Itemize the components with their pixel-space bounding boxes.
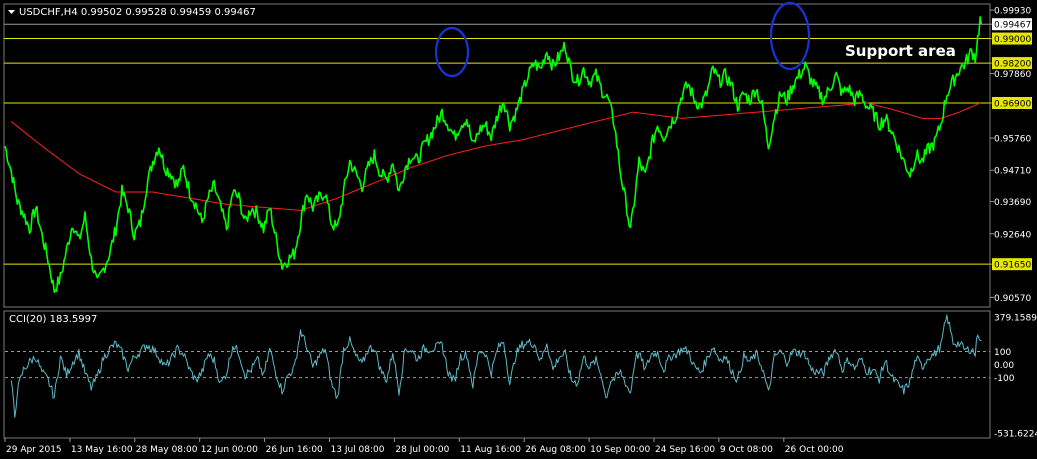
price-tick-label: 0.94710 xyxy=(994,167,1031,177)
time-tick-label: 28 May 08:00 xyxy=(136,445,198,455)
price-tick-label: 0.99467 xyxy=(994,21,1031,31)
cci-title: CCI(20) 183.5997 xyxy=(9,314,97,325)
trading-chart[interactable]: Support area USDCHF,H4 0.99502 0.99528 0… xyxy=(0,0,1037,459)
time-tick-label: 13 Jul 08:00 xyxy=(331,445,385,455)
price-tick-label: 0.92640 xyxy=(994,230,1031,240)
time-tick-label: 26 Oct 00:00 xyxy=(785,445,844,455)
time-tick-label: 24 Sep 16:00 xyxy=(655,445,715,455)
chart-background xyxy=(0,0,1037,459)
time-tick-label: 10 Sep 00:00 xyxy=(590,445,650,455)
time-tick-label: 12 Jun 00:00 xyxy=(201,445,258,455)
price-tick-label: 0.98200 xyxy=(994,60,1031,70)
time-tick-label: 26 Aug 08:00 xyxy=(525,445,586,455)
cci-tick-label: 0.00 xyxy=(994,361,1014,371)
support-area-annotation: Support area xyxy=(845,42,956,60)
time-tick-label: 13 May 16:00 xyxy=(71,445,133,455)
cci-tick-label: -531.6224 xyxy=(994,430,1037,440)
time-tick-label: 26 Jun 16:00 xyxy=(266,445,323,455)
symbol-header-text: USDCHF,H4 0.99502 0.99528 0.99459 0.9946… xyxy=(19,7,256,18)
price-tick-label: 0.90570 xyxy=(994,294,1031,304)
cci-tick-label: 379.1589 xyxy=(994,314,1037,324)
price-tick-label: 0.93690 xyxy=(994,198,1031,208)
time-tick-label: 29 Apr 2015 xyxy=(6,445,62,455)
price-tick-label: 0.96900 xyxy=(994,100,1031,110)
price-tick-label: 0.99930 xyxy=(994,6,1031,16)
time-tick-label: 11 Aug 16:00 xyxy=(460,445,521,455)
time-tick-label: 28 Jul 00:00 xyxy=(395,445,449,455)
price-tick-label: 0.91650 xyxy=(994,261,1031,271)
price-tick-label: 0.95760 xyxy=(994,135,1031,145)
cci-tick-label: 100 xyxy=(994,348,1011,358)
price-tick-label: 0.99000 xyxy=(994,35,1031,45)
time-tick-label: 9 Oct 08:00 xyxy=(720,445,773,455)
price-tick-label: 0.97860 xyxy=(994,70,1031,80)
cci-tick-label: -100 xyxy=(994,374,1015,384)
